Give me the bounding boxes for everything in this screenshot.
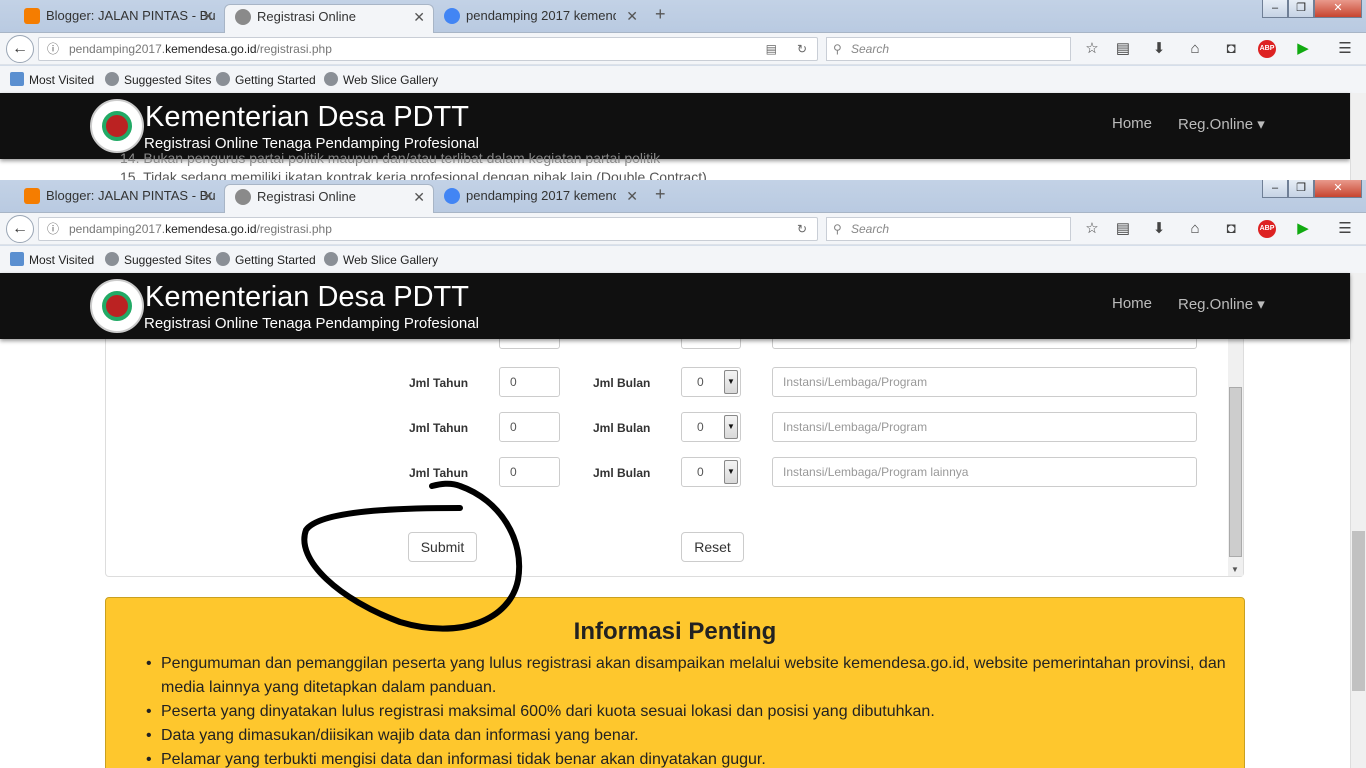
annotation-circle [301,480,523,632]
